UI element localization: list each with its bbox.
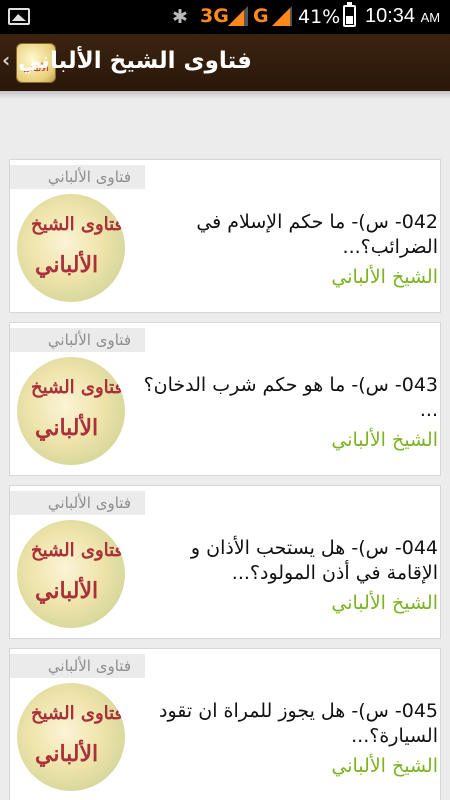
author-label: الشيخ الألباني	[331, 755, 438, 777]
network-type-3g: 3G	[200, 5, 229, 27]
question-title: 043- س)- ما هو حكم شرب الدخان؟ ...	[143, 374, 438, 421]
thumbnail-text: الألباني	[35, 252, 99, 278]
thumbnail-text: فتاوى الشيخ	[31, 703, 124, 724]
thumbnail-image: فتاوى الشيخ الألباني	[17, 683, 125, 791]
chevron-left-icon[interactable]: ‹	[2, 48, 10, 72]
thumbnail-text: فتاوى الشيخ	[31, 214, 124, 235]
signal-strength-icon-2	[272, 6, 292, 26]
bluetooth-icon: ✱	[172, 6, 188, 28]
battery-icon	[343, 2, 356, 27]
signal-strength-icon	[228, 6, 248, 26]
list-item[interactable]: فتاوى الألباني فتاوى الشيخ الألباني 044- س)…	[9, 485, 441, 639]
thumbnail-text: الألباني	[35, 578, 99, 604]
question-title: 045- س)- هل يجوز للمراة ان تقود السيارة؟…	[159, 700, 438, 747]
author-label: الشيخ الألباني	[331, 266, 438, 288]
network-type-g: G	[253, 5, 269, 27]
battery-percent: 41%	[298, 6, 341, 28]
question-title: 042- س)- ما حكم الإسلام في الضرائب؟...	[196, 211, 438, 258]
category-label: فتاوى الألباني	[10, 491, 145, 515]
author-label: الشيخ الألباني	[331, 592, 438, 614]
list-item[interactable]: فتاوى الألباني فتاوى الشيخ الألباني 043- س)…	[9, 322, 441, 476]
status-bar: ✱ 3G G 41% 10:34 AM	[0, 0, 450, 34]
thumbnail-text: الألباني	[35, 741, 99, 767]
category-label: فتاوى الألباني	[10, 165, 145, 189]
list-item[interactable]: فتاوى الألباني فتاوى الشيخ الألباني 042- س)…	[9, 159, 441, 313]
question-title: 044- س)- هل يستحب الأذان و الإقامة في أذ…	[190, 537, 438, 584]
thumbnail-image: فتاوى الشيخ الألباني	[17, 357, 125, 465]
thumbnail-text: الألباني	[35, 415, 99, 441]
thumbnail-image: فتاوى الشيخ الألباني	[17, 520, 125, 628]
gallery-notification-icon	[8, 8, 30, 25]
action-bar: ‹ الألباني فتاوى الشيخ الألباني	[0, 34, 450, 91]
page-title: فتاوى الشيخ الألباني	[18, 48, 252, 74]
list-item[interactable]: فتاوى الألباني فتاوى الشيخ الألباني 045- س)…	[9, 648, 441, 800]
author-label: الشيخ الألباني	[331, 429, 438, 451]
action-bar-shadow	[0, 91, 450, 99]
category-label: فتاوى الألباني	[10, 328, 145, 352]
thumbnail-text: فتاوى الشيخ	[31, 377, 124, 398]
clock: 10:34 AM	[365, 5, 441, 27]
category-label: فتاوى الألباني	[10, 654, 145, 678]
thumbnail-image: فتاوى الشيخ الألباني	[17, 194, 125, 302]
thumbnail-text: فتاوى الشيخ	[31, 540, 124, 561]
